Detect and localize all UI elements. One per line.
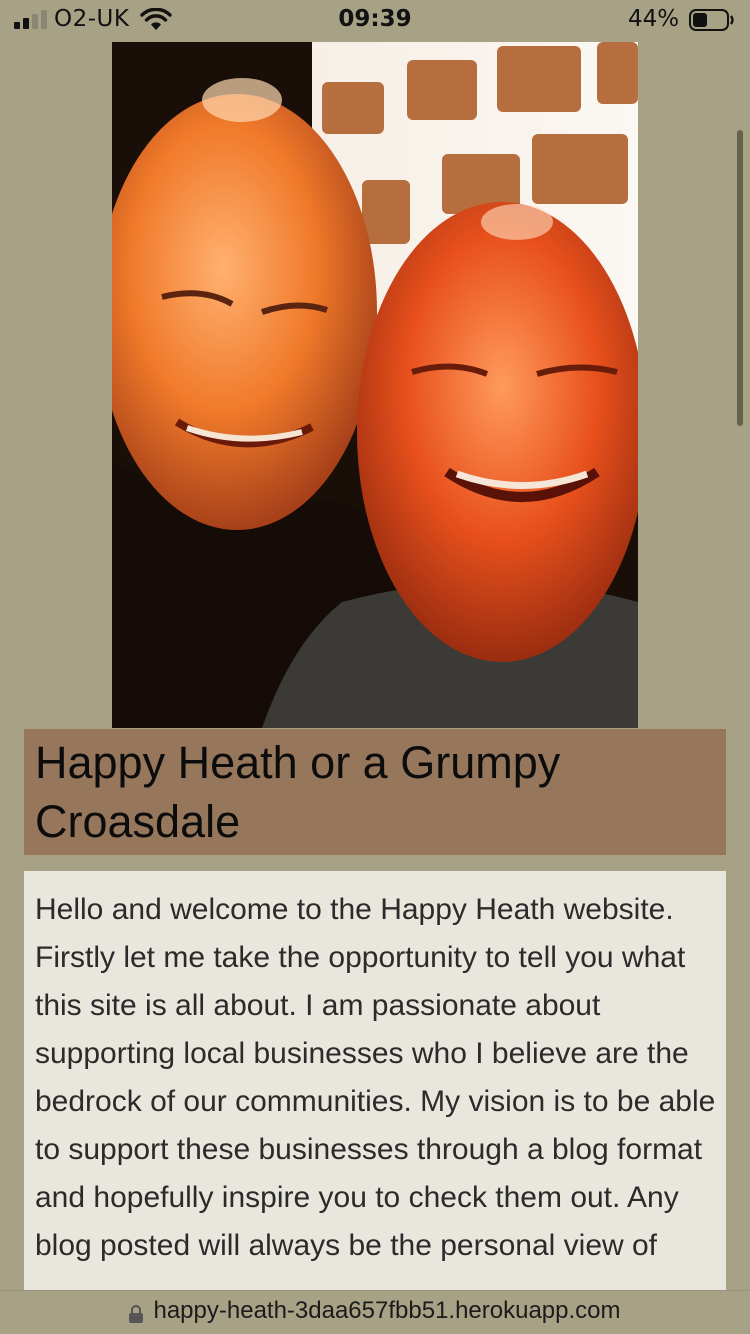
intro-paragraph: Hello and welcome to the Happy Heath web… (35, 893, 716, 1262)
battery-percentage: 44% (628, 6, 680, 32)
url-text[interactable]: happy-heath-3daa657fbb51.herokuapp.com (153, 1297, 620, 1325)
page-title: Happy Heath or a Grumpy Croasdale (35, 737, 561, 847)
intro-section: Hello and welcome to the Happy Heath web… (24, 871, 726, 1291)
hero-photo (112, 42, 638, 728)
address-bar[interactable]: happy-heath-3daa657fbb51.herokuapp.com (0, 1290, 750, 1334)
status-bar: O2-UK 09:39 44% (0, 0, 750, 42)
scrollbar[interactable] (737, 130, 743, 426)
battery-icon (689, 9, 734, 31)
lock-icon (129, 1302, 144, 1323)
screen: O2-UK 09:39 44% Happy Heath or a Grumpy … (0, 0, 750, 1334)
site-title-banner: Happy Heath or a Grumpy Croasdale (24, 729, 726, 855)
